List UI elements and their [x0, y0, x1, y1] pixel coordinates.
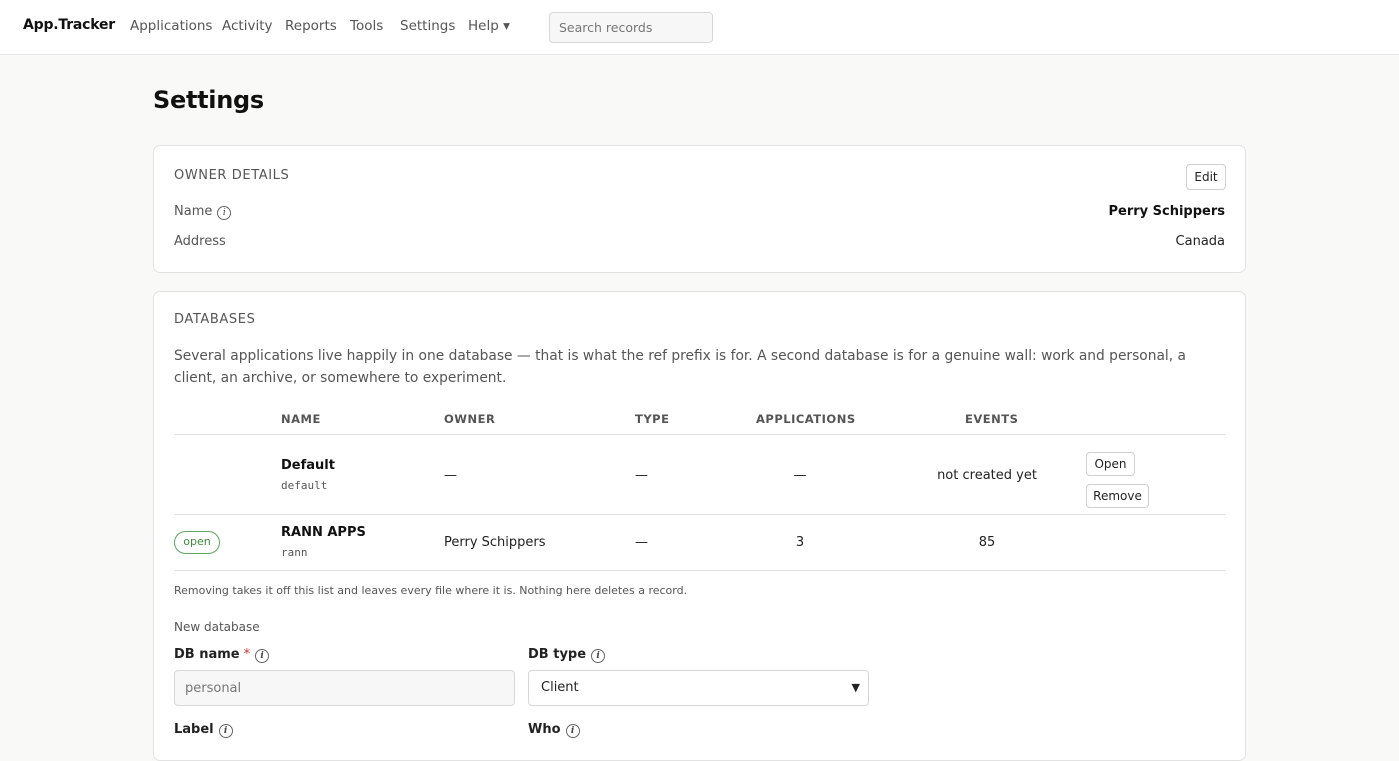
databases-heading: DATABASES: [174, 312, 256, 327]
col-header-applications: APPLICATIONS: [756, 412, 856, 426]
who-field-label: Who i: [528, 722, 580, 738]
owner-name-label: Name: [174, 204, 213, 219]
col-header-type: TYPE: [635, 412, 670, 426]
owner-name-value: Perry Schippers: [1108, 204, 1225, 219]
nav-settings[interactable]: Settings: [400, 18, 455, 34]
col-header-events: EVENTS: [965, 412, 1019, 426]
databases-description: Several applications live happily in one…: [174, 348, 1186, 386]
info-icon[interactable]: i: [218, 724, 233, 738]
db-type-selected: Client: [541, 680, 579, 695]
chevron-down-icon: ▼: [851, 681, 860, 694]
info-icon[interactable]: i: [565, 724, 580, 738]
db-name: RANN APPS: [281, 525, 366, 540]
page-title: Settings: [153, 86, 264, 114]
owner-details-card: OWNER DETAILS Edit Name i Perry Schippers…: [153, 145, 1246, 273]
required-mark: *: [243, 647, 251, 662]
db-applications: 3: [795, 535, 805, 550]
db-name-input[interactable]: [174, 670, 515, 706]
info-icon[interactable]: i: [217, 206, 232, 220]
who-field-label-text: Who: [528, 722, 561, 737]
db-code: default: [281, 479, 328, 492]
new-database-heading: New database: [174, 620, 260, 634]
info-icon[interactable]: i: [591, 649, 606, 663]
search-input[interactable]: [549, 12, 713, 43]
owner-name-label-row: Name i: [174, 204, 232, 220]
db-type: —: [635, 535, 648, 550]
remove-note: Removing takes it off this list and leav…: [174, 584, 688, 597]
table-divider: [174, 570, 1226, 571]
db-applications: —: [793, 468, 807, 483]
databases-card: DATABASES Several applications live happ…: [153, 291, 1246, 761]
nav-reports[interactable]: Reports: [285, 18, 337, 34]
remove-database-button[interactable]: Remove: [1086, 484, 1149, 508]
db-name: Default: [281, 458, 335, 473]
top-nav: App.Tracker Applications Activity Report…: [0, 0, 1399, 55]
table-divider: [174, 514, 1226, 515]
db-name-label-text: DB name: [174, 647, 240, 662]
nav-help-dropdown[interactable]: Help ▾: [468, 18, 510, 34]
db-code: rann: [281, 546, 308, 559]
db-events: 85: [978, 535, 996, 550]
db-owner: Perry Schippers: [444, 535, 546, 550]
owner-address-label: Address: [174, 234, 226, 249]
nav-tools[interactable]: Tools: [350, 18, 383, 34]
db-events: not created yet: [937, 468, 1037, 483]
db-type-select[interactable]: Client ▼: [528, 670, 869, 706]
table-divider: [174, 434, 1226, 435]
col-header-name: NAME: [281, 412, 321, 426]
db-owner: —: [444, 468, 457, 483]
open-database-button[interactable]: Open: [1086, 452, 1135, 476]
info-icon[interactable]: i: [255, 649, 270, 663]
status-badge: open: [174, 531, 220, 554]
label-field-label: Label i: [174, 722, 233, 738]
edit-owner-button[interactable]: Edit: [1186, 164, 1226, 190]
db-type: —: [635, 468, 648, 483]
nav-activity[interactable]: Activity: [222, 18, 273, 34]
col-header-owner: OWNER: [444, 412, 496, 426]
db-type-label: DB type i: [528, 647, 606, 663]
label-field-label-text: Label: [174, 722, 214, 737]
db-type-label-text: DB type: [528, 647, 587, 662]
owner-address-value: Canada: [1175, 234, 1225, 249]
owner-details-heading: OWNER DETAILS: [174, 168, 290, 183]
db-name-label: DB name * i: [174, 647, 270, 663]
brand-logo[interactable]: App.Tracker: [23, 17, 115, 33]
nav-applications[interactable]: Applications: [130, 18, 212, 34]
